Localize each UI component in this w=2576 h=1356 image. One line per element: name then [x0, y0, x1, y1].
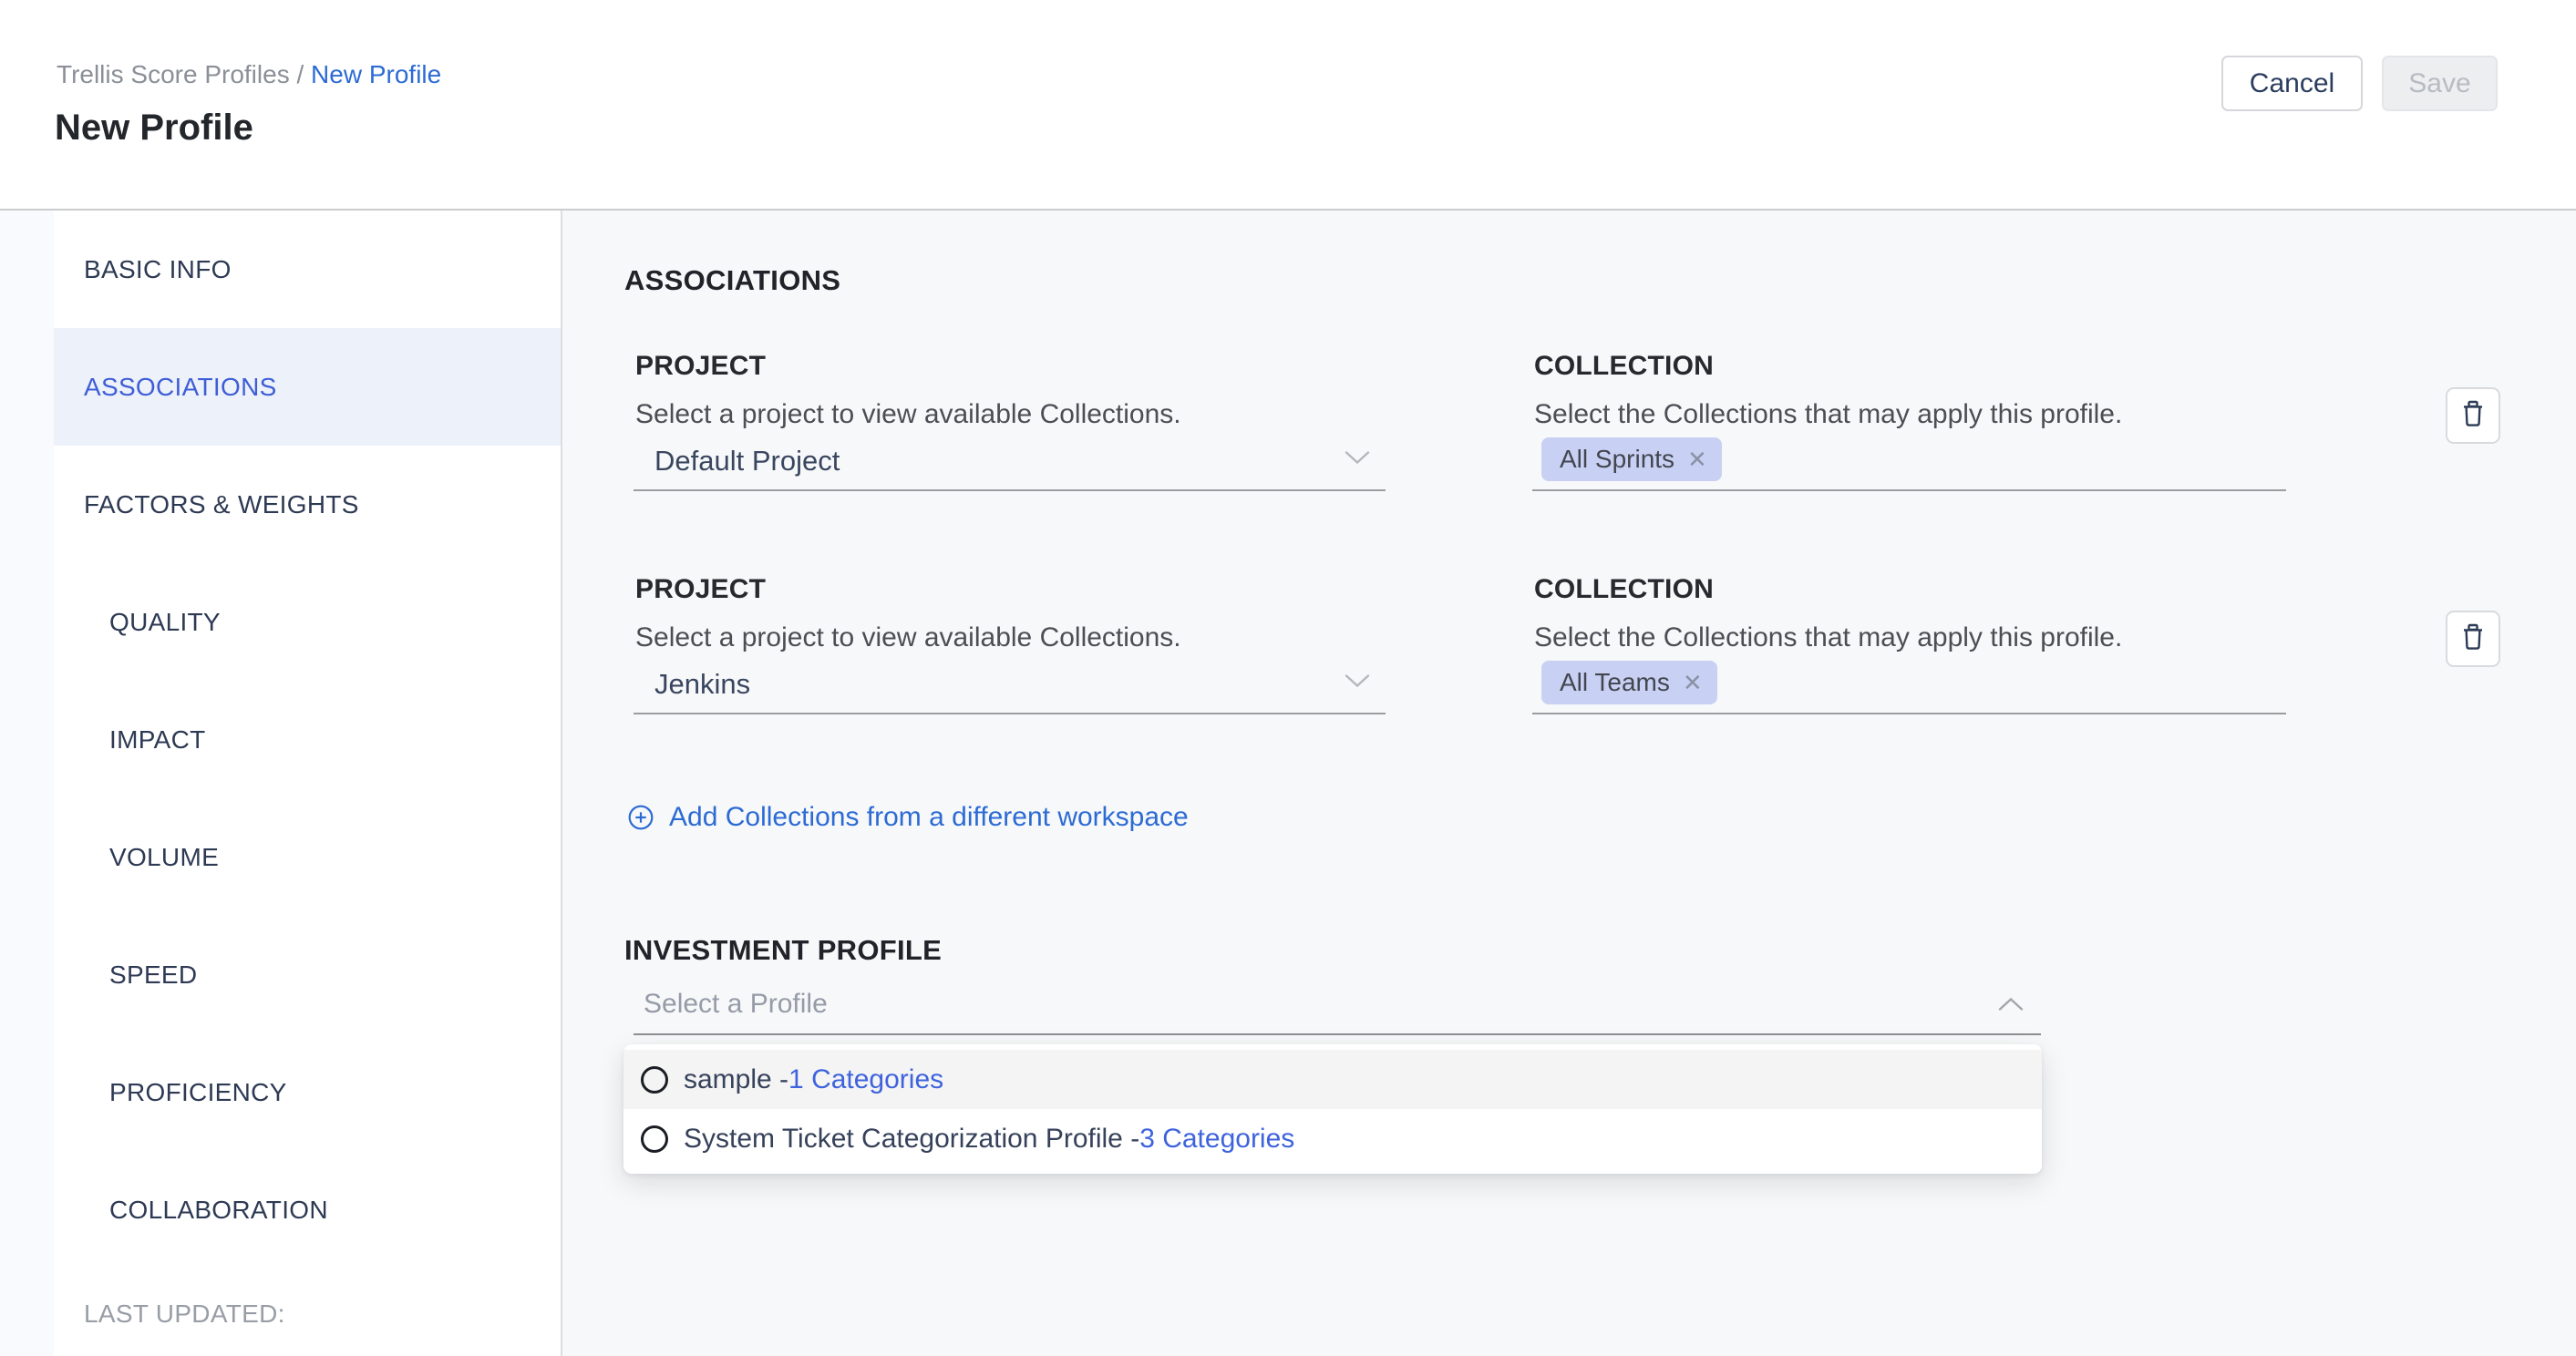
project-select-underline [634, 489, 1386, 491]
breadcrumb: Trellis Score Profiles / New Profile [57, 58, 441, 91]
page-header: Trellis Score Profiles / New Profile New… [0, 0, 2576, 211]
collection-tag-label: All Sprints [1560, 445, 1674, 474]
add-collections-link[interactable]: Add Collections from a different workspa… [628, 801, 1189, 834]
project-help-text: Select a project to view available Colle… [635, 398, 1181, 431]
cancel-button[interactable]: Cancel [2221, 56, 2363, 111]
profile-option-label: sample -1 Categories [684, 1063, 943, 1096]
profile-option-name: System Ticket Categorization Profile - [684, 1124, 1139, 1154]
add-collections-link-label: Add Collections from a different workspa… [669, 801, 1189, 834]
breadcrumb-current-link[interactable]: New Profile [311, 60, 441, 88]
collection-select-underline [1532, 489, 2286, 491]
chevron-up-icon [1997, 996, 2025, 1017]
remove-tag-icon[interactable]: ✕ [1687, 446, 1707, 474]
profile-option-sample[interactable]: sample -1 Categories [623, 1050, 2042, 1109]
sidebar-item-quality[interactable]: QUALITY [54, 563, 561, 681]
sidebar-item-proficiency[interactable]: PROFICIENCY [54, 1033, 561, 1151]
sidebar-item-basic-info[interactable]: BASIC INFO [54, 211, 561, 328]
sidebar-nav: BASIC INFO ASSOCIATIONS FACTORS & WEIGHT… [54, 211, 562, 1356]
collection-label: COLLECTION [1534, 350, 1714, 383]
chevron-down-icon [1344, 449, 1371, 470]
investment-profile-select[interactable]: Select a Profile [644, 988, 828, 1021]
sidebar-item-associations[interactable]: ASSOCIATIONS [54, 328, 561, 446]
delete-association-button[interactable] [2446, 387, 2500, 444]
left-rail [0, 211, 54, 1356]
sidebar-item-volume[interactable]: VOLUME [54, 798, 561, 916]
radio-unchecked-icon[interactable] [641, 1066, 668, 1094]
collection-tag[interactable]: All Teams ✕ [1541, 661, 1717, 704]
collection-help-text: Select the Collections that may apply th… [1534, 622, 2122, 654]
project-help-text: Select a project to view available Colle… [635, 622, 1181, 654]
sidebar-item-speed[interactable]: SPEED [54, 916, 561, 1033]
collection-tag[interactable]: All Sprints ✕ [1541, 437, 1722, 481]
new-profile-page: Trellis Score Profiles / New Profile New… [0, 0, 2576, 1356]
sidebar-item-collaboration[interactable]: COLLABORATION [54, 1151, 561, 1269]
remove-tag-icon[interactable]: ✕ [1683, 669, 1703, 697]
sidebar-item-factors-weights[interactable]: FACTORS & WEIGHTS [54, 446, 561, 563]
project-select[interactable]: Jenkins [654, 668, 750, 701]
breadcrumb-separator: / [290, 60, 311, 88]
chevron-down-icon [1344, 673, 1371, 693]
trash-icon [2460, 400, 2486, 432]
profile-option-system-ticket[interactable]: System Ticket Categorization Profile -3 … [623, 1109, 2042, 1168]
collection-tag-label: All Teams [1560, 668, 1670, 697]
page-title: New Profile [55, 106, 253, 149]
plus-circle-icon [628, 805, 654, 830]
last-updated-label: LAST UPDATED: [54, 1298, 561, 1330]
project-label: PROJECT [635, 350, 766, 383]
investment-select-underline [634, 1033, 2041, 1035]
sidebar-item-impact[interactable]: IMPACT [54, 681, 561, 798]
profile-option-count[interactable]: 3 Categories [1139, 1124, 1294, 1154]
trash-icon [2460, 623, 2486, 655]
collection-select-underline [1532, 713, 2286, 714]
save-button[interactable]: Save [2382, 56, 2498, 111]
collection-help-text: Select the Collections that may apply th… [1534, 398, 2122, 431]
profile-option-name: sample - [684, 1064, 788, 1094]
investment-profile-heading: INVESTMENT PROFILE [624, 933, 942, 968]
radio-unchecked-icon[interactable] [641, 1125, 668, 1153]
project-select-underline [634, 713, 1386, 714]
profile-option-count[interactable]: 1 Categories [788, 1064, 943, 1094]
associations-panel: ASSOCIATIONS PROJECT Select a project to… [562, 211, 2576, 1356]
breadcrumb-parent: Trellis Score Profiles [57, 60, 290, 88]
project-select[interactable]: Default Project [654, 445, 840, 478]
project-label: PROJECT [635, 573, 766, 606]
delete-association-button[interactable] [2446, 611, 2500, 667]
collection-label: COLLECTION [1534, 573, 1714, 606]
profile-dropdown-menu: sample -1 Categories System Ticket Categ… [623, 1044, 2042, 1174]
profile-option-label: System Ticket Categorization Profile -3 … [684, 1123, 1294, 1156]
associations-heading: ASSOCIATIONS [624, 263, 840, 298]
